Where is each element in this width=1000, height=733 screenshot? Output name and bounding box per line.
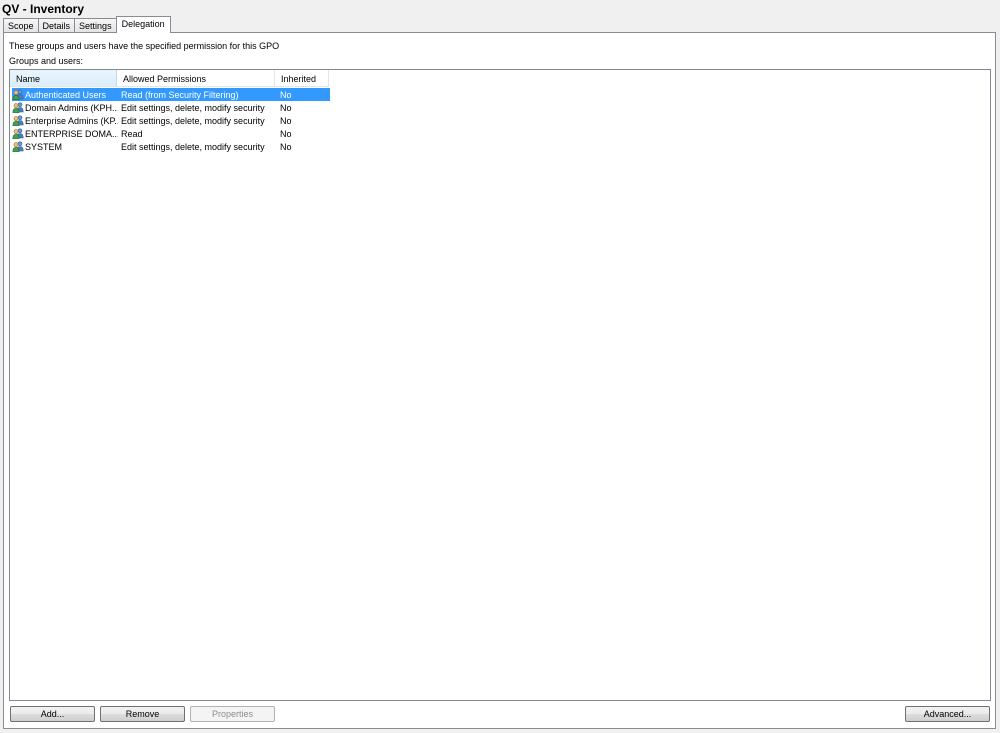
user-group-icon bbox=[12, 128, 24, 139]
cell-name: ENTERPRISE DOMA... bbox=[12, 128, 118, 139]
groups-list[interactable]: ^ Name Allowed Permissions Inherited Aut… bbox=[9, 69, 991, 701]
remove-button[interactable]: Remove bbox=[100, 706, 185, 722]
properties-button[interactable]: Properties bbox=[190, 706, 275, 722]
delegation-description: These groups and users have the specifie… bbox=[9, 41, 280, 51]
row-permissions: Edit settings, delete, modify security bbox=[121, 115, 265, 126]
row-permissions: Edit settings, delete, modify security bbox=[121, 141, 265, 152]
row-inherited: No bbox=[280, 115, 292, 126]
list-rows: Authenticated Users Read (from Security … bbox=[12, 88, 330, 153]
tab-settings[interactable]: Settings bbox=[74, 18, 117, 33]
advanced-button[interactable]: Advanced... bbox=[905, 706, 990, 722]
delegation-panel: These groups and users have the specifie… bbox=[3, 32, 996, 729]
add-button[interactable]: Add... bbox=[10, 706, 95, 722]
user-group-icon bbox=[12, 141, 24, 152]
row-inherited: No bbox=[280, 141, 292, 152]
list-header: ^ Name Allowed Permissions Inherited bbox=[10, 70, 329, 87]
tab-details[interactable]: Details bbox=[37, 18, 76, 33]
cell-name: Authenticated Users bbox=[12, 89, 118, 100]
table-row[interactable]: Domain Admins (KPH... Edit settings, del… bbox=[12, 101, 330, 114]
user-group-icon bbox=[12, 89, 24, 100]
row-permissions: Read (from Security Filtering) bbox=[121, 89, 239, 100]
column-header-inherited[interactable]: Inherited bbox=[275, 70, 329, 87]
user-group-icon bbox=[12, 102, 24, 113]
table-row[interactable]: Enterprise Admins (KP... Edit settings, … bbox=[12, 114, 330, 127]
cell-name: Enterprise Admins (KP... bbox=[12, 115, 118, 126]
row-name: SYSTEM bbox=[25, 141, 63, 152]
row-permissions: Read bbox=[121, 128, 143, 139]
row-name: Enterprise Admins (KP... bbox=[25, 115, 118, 126]
groups-label: Groups and users: bbox=[9, 56, 84, 66]
tab-delegation[interactable]: Delegation bbox=[115, 16, 171, 33]
cell-name: Domain Admins (KPH... bbox=[12, 102, 118, 113]
row-name: ENTERPRISE DOMA... bbox=[25, 128, 118, 139]
row-inherited: No bbox=[280, 128, 292, 139]
column-header-name[interactable]: ^ Name bbox=[10, 70, 117, 87]
row-name: Domain Admins (KPH... bbox=[25, 102, 118, 113]
column-header-name-label: Name bbox=[16, 74, 41, 84]
user-group-icon bbox=[12, 115, 24, 126]
column-header-permissions[interactable]: Allowed Permissions bbox=[117, 70, 275, 87]
table-row[interactable]: ENTERPRISE DOMA... Read No bbox=[12, 127, 330, 140]
tab-strip: Scope Details Settings Delegation bbox=[3, 16, 171, 33]
window-title: QV - Inventory bbox=[2, 2, 85, 16]
table-row[interactable]: SYSTEM Edit settings, delete, modify sec… bbox=[12, 140, 330, 153]
cell-name: SYSTEM bbox=[12, 141, 118, 152]
row-permissions: Edit settings, delete, modify security bbox=[121, 102, 265, 113]
table-row[interactable]: Authenticated Users Read (from Security … bbox=[12, 88, 330, 101]
sort-ascending-icon: ^ bbox=[59, 69, 63, 74]
row-inherited: No bbox=[280, 102, 292, 113]
row-name: Authenticated Users bbox=[25, 89, 107, 100]
tab-scope[interactable]: Scope bbox=[3, 18, 39, 33]
row-inherited: No bbox=[280, 89, 292, 100]
